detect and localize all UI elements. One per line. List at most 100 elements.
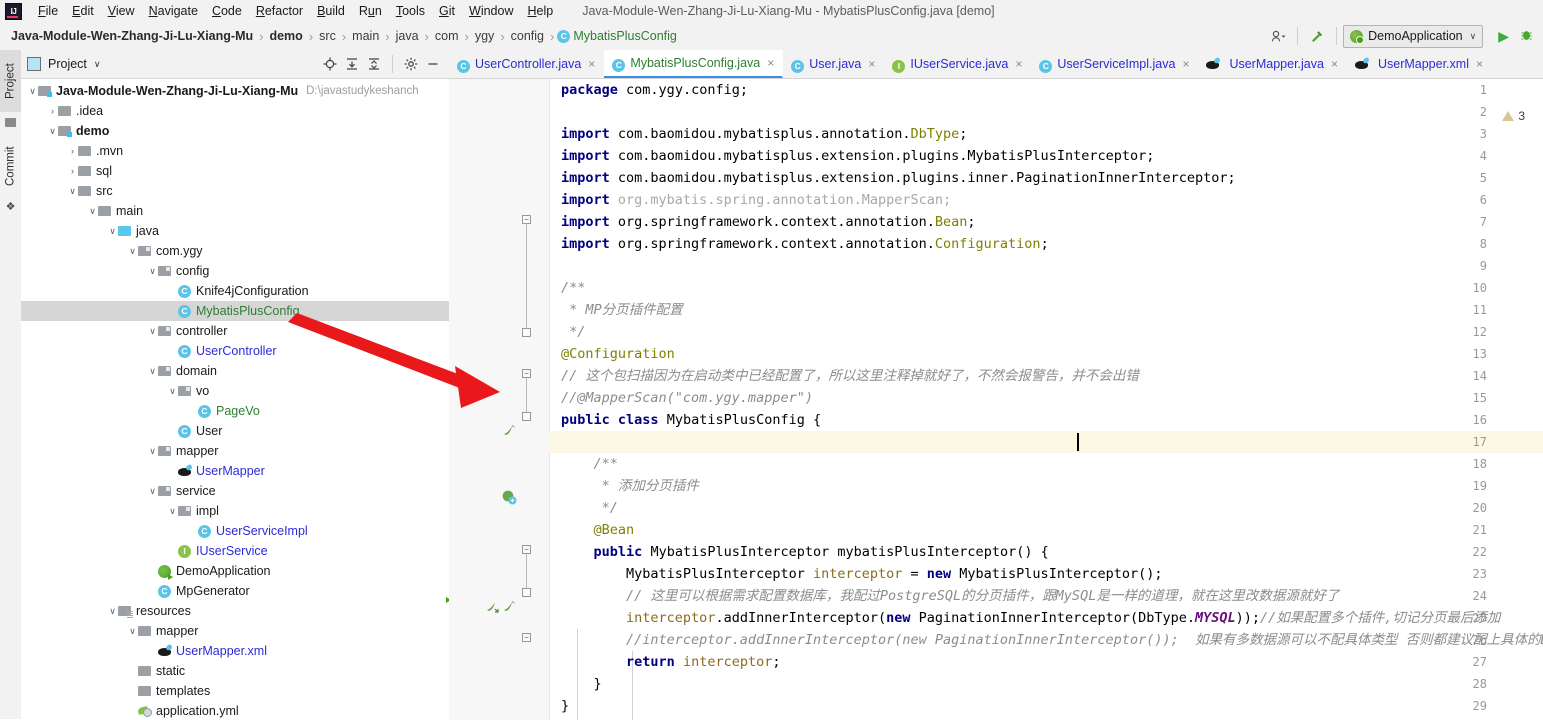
tree-node-demo[interactable]: ∨ demo — [21, 121, 449, 141]
fold-marker-javadoc2-start[interactable]: − — [522, 545, 531, 554]
chevron-down-icon[interactable]: ∨ — [127, 626, 138, 637]
close-icon[interactable]: × — [1331, 57, 1338, 71]
chevron-down-icon[interactable]: ∨ — [127, 246, 138, 257]
tree-node-java[interactable]: ∨ java — [21, 221, 449, 241]
bean-candidate-icon[interactable] — [501, 423, 517, 439]
spring-bean-icon[interactable] — [501, 489, 517, 505]
tree-node-impl[interactable]: ∨ impl — [21, 501, 449, 521]
locate-icon[interactable] — [320, 54, 340, 74]
breadcrumb-item-demo[interactable]: demo — [266, 29, 305, 43]
chevron-down-icon[interactable]: ∨ — [67, 186, 78, 197]
tree-node-domain[interactable]: ∨ domain — [21, 361, 449, 381]
menu-help[interactable]: Help — [520, 2, 560, 20]
fold-marker-javadoc-start[interactable]: − — [522, 369, 531, 378]
tree-node-usermapper[interactable]: › UserMapper — [21, 461, 449, 481]
close-icon[interactable]: × — [868, 57, 875, 71]
tool-window-button-commit[interactable]: Commit — [0, 134, 21, 198]
tree-node-usercontroller[interactable]: ›C UserController — [21, 341, 449, 361]
chevron-down-icon[interactable]: ∨ — [147, 366, 158, 377]
chevron-down-icon[interactable]: ∨ — [167, 506, 178, 517]
menu-tools[interactable]: Tools — [389, 2, 432, 20]
menu-code[interactable]: Code — [205, 2, 249, 20]
menu-file[interactable]: File — [31, 2, 65, 20]
tree-node-userserviceimpl[interactable]: ›C UserServiceImpl — [21, 521, 449, 541]
tree-node-mapper[interactable]: ∨ mapper — [21, 441, 449, 461]
chevron-down-icon[interactable]: ∨ — [147, 326, 158, 337]
breadcrumb-item-project[interactable]: Java-Module-Wen-Zhang-Ji-Lu-Xiang-Mu — [8, 29, 256, 43]
chevron-right-icon[interactable]: › — [187, 526, 198, 537]
chevron-down-icon[interactable]: ∨ — [147, 446, 158, 457]
tree-node-pagevo[interactable]: ›C PageVo — [21, 401, 449, 421]
chevron-down-icon[interactable]: ∨ — [47, 126, 58, 137]
chevron-right-icon[interactable]: › — [167, 306, 178, 317]
run-icon[interactable]: ▶ — [1491, 28, 1516, 45]
editor-gutter[interactable] — [449, 79, 549, 720]
chevron-right-icon[interactable]: › — [167, 546, 178, 557]
tree-node-mpgenerator[interactable]: ›C MpGenerator — [21, 581, 449, 601]
code-editor[interactable]: 1 2 3 4 5 6 7 8 9 10 11 12 13 14 15 16 17 18 19 20 21 22 23 24 2… — [449, 79, 1543, 720]
chevron-right-icon[interactable]: › — [167, 426, 178, 437]
fold-marker-javadoc2-end[interactable] — [522, 588, 531, 597]
chevron-right-icon[interactable]: › — [147, 646, 158, 657]
tree-node-service[interactable]: ∨ service — [21, 481, 449, 501]
chevron-right-icon[interactable]: › — [147, 586, 158, 597]
chevron-right-icon[interactable]: › — [187, 406, 198, 417]
debug-icon[interactable] — [1516, 28, 1537, 45]
menu-git[interactable]: Git — [432, 2, 462, 20]
fold-marker-imports-end[interactable] — [522, 328, 531, 337]
tree-node-demoapplication[interactable]: ›CDemoApplication — [21, 561, 449, 581]
chevron-down-icon[interactable]: ∨ — [167, 386, 178, 397]
tree-node-src[interactable]: ∨ src — [21, 181, 449, 201]
expand-all-icon[interactable] — [342, 54, 362, 74]
tool-window-button-project[interactable]: Project — [0, 50, 21, 112]
tree-node-mybatisplusconfig[interactable]: ›C MybatisPlusConfig — [21, 301, 449, 321]
settings-gear-icon[interactable] — [401, 54, 421, 74]
chevron-right-icon[interactable]: › — [147, 566, 158, 577]
chevron-down-icon[interactable]: ∨ — [27, 86, 38, 97]
tree-node-usermapper-xml[interactable]: › UserMapper.xml — [21, 641, 449, 661]
close-icon[interactable]: × — [1015, 57, 1022, 71]
tree-node-sql[interactable]: › sql — [21, 161, 449, 181]
chevron-down-icon[interactable]: ∨ — [94, 59, 101, 70]
tree-node-user[interactable]: ›C User — [21, 421, 449, 441]
chevron-right-icon[interactable]: › — [67, 166, 78, 177]
chevron-right-icon[interactable]: › — [167, 286, 178, 297]
chevron-right-icon[interactable]: › — [167, 346, 178, 357]
tree-node-static[interactable]: › static — [21, 661, 449, 681]
tree-node-config[interactable]: ∨ config — [21, 261, 449, 281]
breadcrumb-item-main[interactable]: main — [349, 29, 382, 43]
navigate-icon[interactable] — [485, 599, 501, 615]
chevron-right-icon[interactable]: › — [47, 106, 58, 117]
breadcrumb-item-com[interactable]: com — [432, 29, 462, 43]
menu-run[interactable]: Run — [352, 2, 389, 20]
breadcrumb-item-java[interactable]: java — [393, 29, 422, 43]
chevron-right-icon[interactable]: › — [127, 706, 138, 717]
fold-marker-imports-start[interactable]: − — [522, 215, 531, 224]
tree-node-controller[interactable]: ∨ controller — [21, 321, 449, 341]
build-hammer-icon[interactable] — [1304, 25, 1330, 47]
chevron-right-icon[interactable]: › — [167, 466, 178, 477]
editor-tab-userserviceimpl-java[interactable]: C UserServiceImpl.java × — [1031, 50, 1198, 78]
account-icon[interactable] — [1265, 25, 1291, 47]
tree-node-iuserservice[interactable]: ›I IUserService — [21, 541, 449, 561]
close-icon[interactable]: × — [1182, 57, 1189, 71]
chevron-right-icon[interactable]: › — [67, 146, 78, 157]
fold-marker-javadoc-end[interactable] — [522, 412, 531, 421]
chevron-right-icon[interactable]: › — [127, 686, 138, 697]
chevron-down-icon[interactable]: ∨ — [147, 486, 158, 497]
tree-node-main[interactable]: ∨ main — [21, 201, 449, 221]
editor-tab-user-java[interactable]: C User.java × — [783, 50, 884, 78]
inspection-status-badge[interactable]: 3 — [1502, 109, 1525, 123]
run-configuration-selector[interactable]: DemoApplication ∨ — [1343, 24, 1484, 48]
hide-panel-icon[interactable] — [423, 54, 443, 74]
breadcrumb-item-current-file[interactable]: MybatisPlusConfig — [573, 29, 677, 43]
tree-node-resources[interactable]: ∨ resources — [21, 601, 449, 621]
editor-tab-mybatisplusconfig-java[interactable]: C MybatisPlusConfig.java × — [604, 50, 784, 78]
bean-candidate-icon[interactable] — [501, 599, 517, 615]
fold-marker-method-start[interactable]: − — [522, 633, 531, 642]
chevron-down-icon[interactable]: ∨ — [107, 226, 118, 237]
breadcrumb-item-config[interactable]: config — [508, 29, 547, 43]
tree-node-mapper[interactable]: ∨ mapper — [21, 621, 449, 641]
breadcrumb-item-ygy[interactable]: ygy — [472, 29, 497, 43]
code-text[interactable]: package com.ygy.config; import com.baomid… — [549, 79, 1543, 720]
